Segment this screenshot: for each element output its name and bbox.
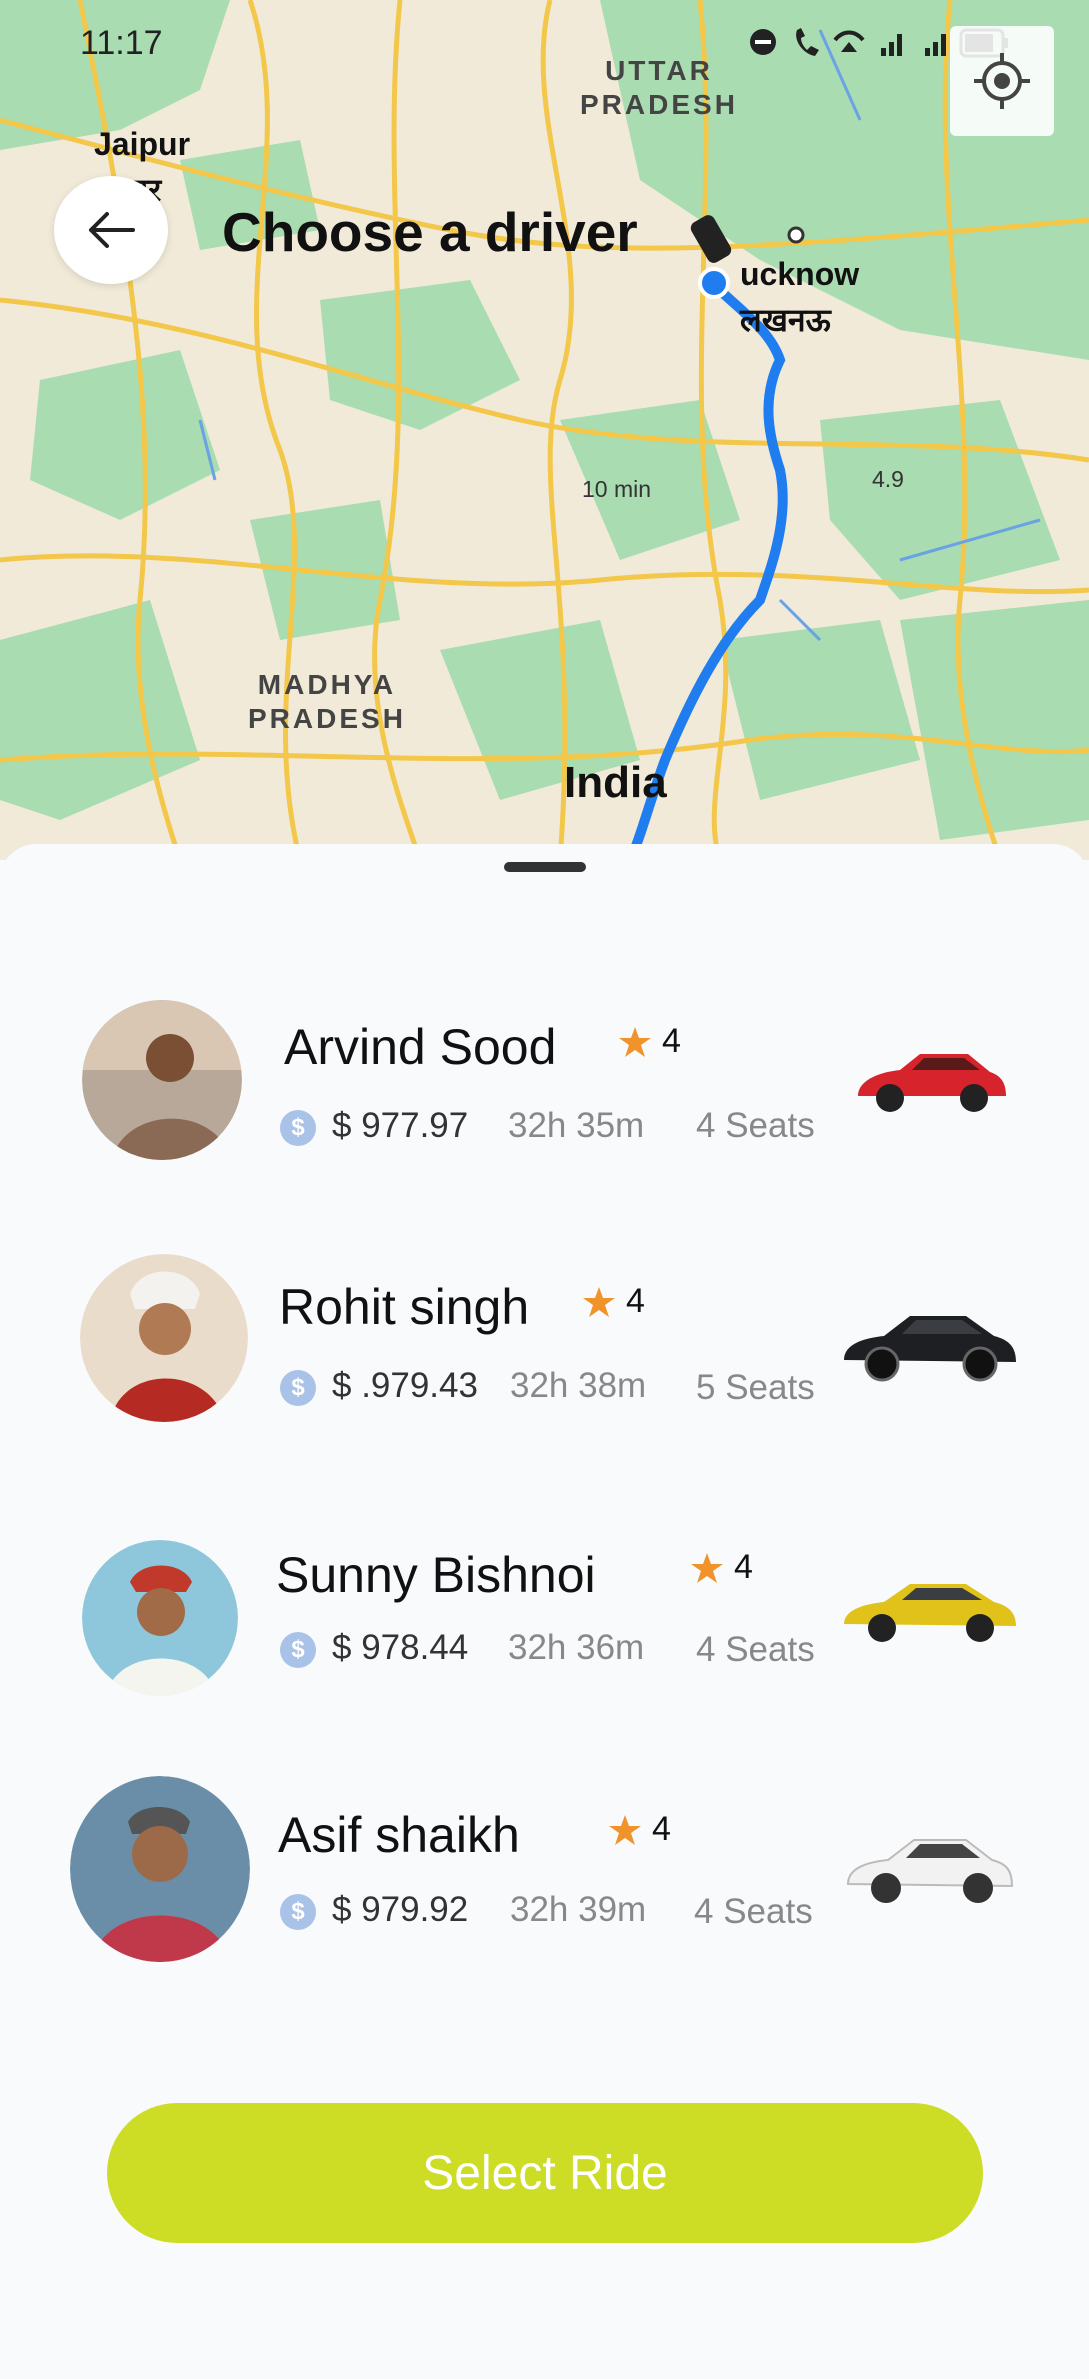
driver-name: Arvind Sood <box>284 1019 557 1075</box>
status-bar: 11:17 <box>0 18 1089 68</box>
driver-rating: 4 <box>618 1022 681 1061</box>
driver-duration: 32h 38m <box>510 1366 647 1405</box>
map-label-jaipur: Jaipur <box>94 126 191 162</box>
coin-icon: $ <box>280 1370 316 1406</box>
driver-price: $ 978.44 <box>332 1628 469 1667</box>
coin-icon: $ <box>280 1632 316 1668</box>
star-icon <box>609 1814 641 1845</box>
map-label-madhya-pradesh: MADHYA PRADESH <box>248 669 406 734</box>
select-ride-button[interactable]: Select Ride <box>107 2103 983 2243</box>
page-title: Choose a driver <box>222 201 638 263</box>
driver-seats: 4 Seats <box>694 1892 813 1931</box>
driver-price: $ 979.92 <box>332 1890 469 1929</box>
driver-seats: 4 Seats <box>696 1630 815 1669</box>
map-label-eta: 10 min <box>582 476 652 502</box>
map-label-lucknow-hindi: लखनऊ <box>740 302 831 338</box>
coin-icon: $ <box>280 1110 316 1146</box>
driver-row-asif-shaikh[interactable]: Asif shaikh 4 $ $ 979.92 32h 39m 4 Seats <box>0 1776 1089 1966</box>
map-view[interactable]: UTTARPRADESH MADHYAPRADESH Jaipur पुर uc… <box>0 0 1089 860</box>
star-icon <box>583 1286 615 1317</box>
crosshair-icon <box>974 53 1030 109</box>
coin-icon: $ <box>280 1894 316 1930</box>
driver-avatar <box>70 1776 250 1962</box>
driver-rating: 4 <box>608 1810 671 1849</box>
driver-seats: 5 Seats <box>696 1368 815 1407</box>
car-image <box>844 1584 1016 1642</box>
map-label-india: India <box>564 758 667 807</box>
driver-avatar <box>82 1540 238 1696</box>
car-image <box>846 1839 1014 1903</box>
locate-me-button[interactable] <box>950 26 1054 136</box>
driver-duration: 32h 36m <box>508 1628 645 1667</box>
driver-duration: 32h 35m <box>508 1106 645 1145</box>
car-image <box>858 1054 1006 1112</box>
status-time: 11:17 <box>80 24 163 62</box>
driver-rating: 4 <box>582 1282 645 1321</box>
driver-avatar <box>80 1254 248 1422</box>
rating-value: 4 <box>652 1810 671 1848</box>
driver-name: Asif shaikh <box>278 1807 520 1863</box>
arrow-left-icon <box>89 212 135 248</box>
star-icon <box>619 1026 651 1057</box>
back-button[interactable] <box>54 176 168 284</box>
map-label-rating: 4.9 <box>872 466 904 492</box>
map-label-lucknow: ucknow <box>740 256 860 292</box>
driver-name: Rohit singh <box>279 1279 530 1335</box>
driver-row-rohit-singh[interactable]: Rohit singh 4 $ $ .979.43 32h 38m 5 Seat… <box>0 1250 1089 1440</box>
driver-price: $ .979.43 <box>332 1366 478 1405</box>
driver-rating: 4 <box>690 1548 753 1587</box>
rating-value: 4 <box>734 1548 753 1586</box>
driver-price: $ 977.97 <box>332 1106 469 1145</box>
driver-duration: 32h 39m <box>510 1890 647 1929</box>
driver-seats: 4 Seats <box>696 1106 815 1145</box>
star-icon <box>691 1552 723 1583</box>
rating-value: 4 <box>626 1282 645 1320</box>
car-image <box>844 1316 1016 1382</box>
driver-row-arvind-sood[interactable]: Arvind Sood 4 $ $ 977.97 32h 35m 4 Seats <box>0 988 1089 1178</box>
rating-value: 4 <box>662 1022 681 1060</box>
driver-name: Sunny Bishnoi <box>276 1547 596 1603</box>
sheet-drag-handle[interactable] <box>504 862 586 872</box>
driver-avatar <box>82 1000 242 1160</box>
driver-row-sunny-bishnoi[interactable]: Sunny Bishnoi 4 $ $ 978.44 32h 36m 4 Sea… <box>0 1512 1089 1702</box>
